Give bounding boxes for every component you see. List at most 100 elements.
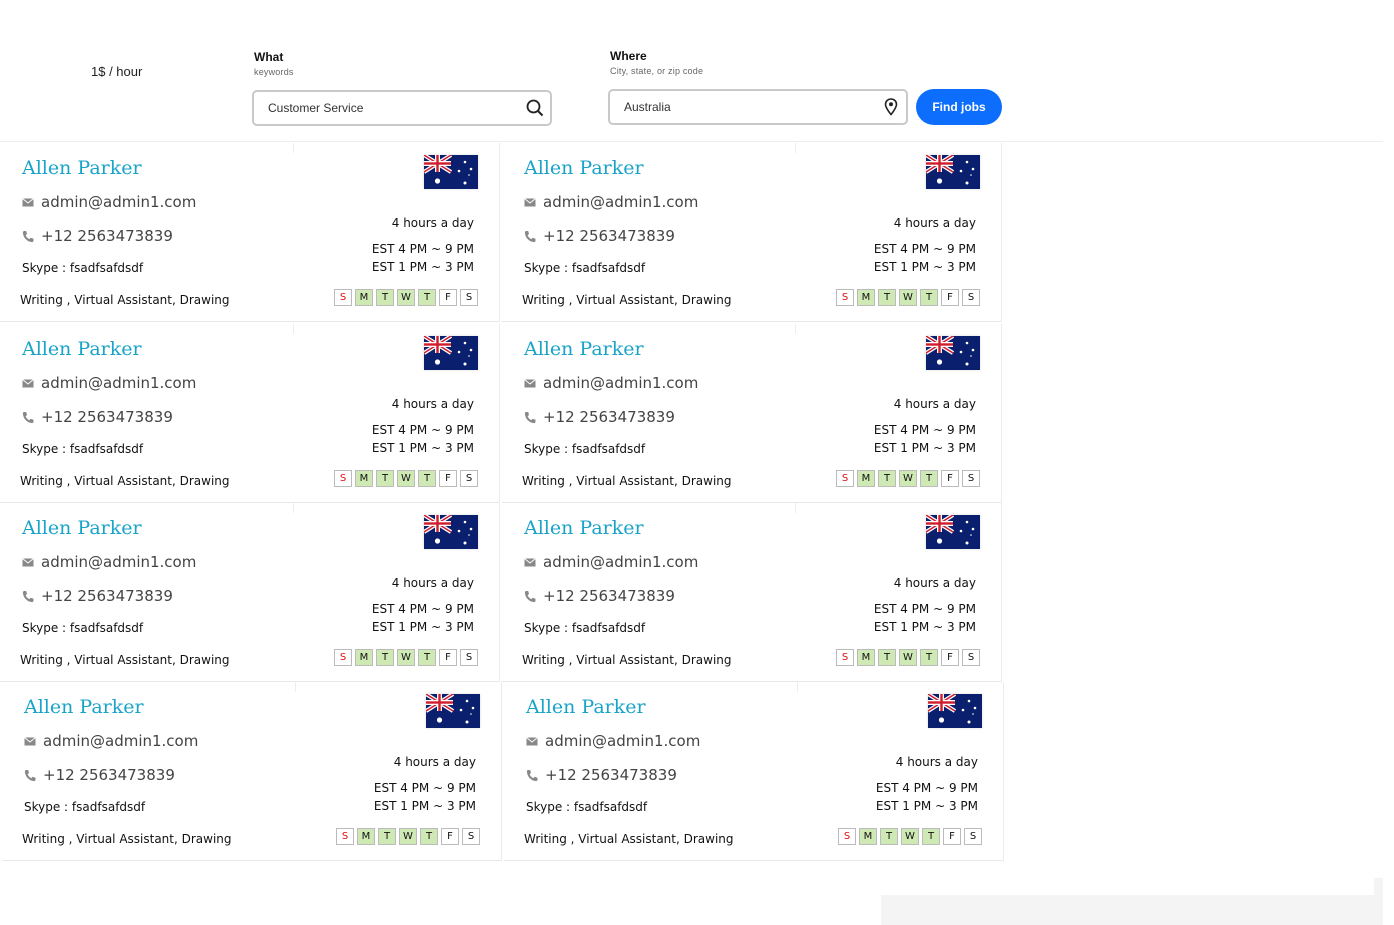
day-box: M (355, 470, 373, 487)
availability-slot-1: EST 4 PM ~ 9 PM (371, 242, 474, 256)
day-box: F (439, 649, 457, 666)
day-box: T (922, 828, 940, 845)
weekday-availability: SMTWTFS (334, 649, 478, 666)
day-box: F (941, 289, 959, 306)
search-icon[interactable] (520, 99, 550, 117)
candidate-skype: Skype : fsadfsafdsdf (526, 800, 648, 814)
day-box: S (836, 649, 854, 666)
hours-per-day: 4 hours a day (893, 216, 976, 230)
candidate-name[interactable]: Allen Parker (524, 338, 644, 360)
candidate-email[interactable]: admin@admin1.com (41, 374, 196, 392)
day-box: T (920, 289, 938, 306)
availability-slot-2: EST 1 PM ~ 3 PM (873, 620, 976, 634)
availability-slot-1: EST 4 PM ~ 9 PM (873, 242, 976, 256)
availability-slot-2: EST 1 PM ~ 3 PM (371, 260, 474, 274)
hours-per-day: 4 hours a day (393, 755, 476, 769)
find-jobs-button[interactable]: Find jobs (916, 89, 1002, 125)
availability-slot-1: EST 4 PM ~ 9 PM (371, 602, 474, 616)
availability-slot-1: EST 4 PM ~ 9 PM (373, 781, 476, 795)
phone-icon (524, 590, 536, 603)
candidate-card[interactable]: Allen Parker admin@admin1.com +12 256347… (502, 503, 1002, 682)
what-input-box[interactable] (252, 90, 552, 126)
email-row: admin@admin1.com (22, 553, 196, 571)
day-box: S (460, 470, 478, 487)
day-box: M (857, 289, 875, 306)
availability-slot-2: EST 1 PM ~ 3 PM (873, 441, 976, 455)
candidate-name[interactable]: Allen Parker (22, 157, 142, 179)
day-box: W (397, 649, 415, 666)
day-box: S (962, 649, 980, 666)
phone-row: +12 2563473839 (22, 408, 173, 426)
candidate-card[interactable]: Allen Parker admin@admin1.com +12 256347… (504, 682, 1004, 861)
candidate-phone: +12 2563473839 (543, 587, 675, 605)
where-input[interactable] (610, 100, 876, 114)
candidate-skills: Writing , Virtual Assistant, Drawing (20, 474, 230, 488)
email-row: admin@admin1.com (22, 193, 196, 211)
phone-row: +12 2563473839 (24, 766, 175, 784)
what-label: What (254, 50, 284, 64)
candidate-name[interactable]: Allen Parker (24, 696, 144, 718)
candidate-skype: Skype : fsadfsafdsdf (22, 261, 144, 275)
day-box: W (399, 828, 417, 845)
phone-icon (24, 769, 36, 782)
day-box: S (460, 649, 478, 666)
candidate-email[interactable]: admin@admin1.com (543, 553, 698, 571)
day-box: T (376, 470, 394, 487)
envelope-icon (526, 736, 538, 746)
hours-per-day: 4 hours a day (391, 576, 474, 590)
weekday-availability: SMTWTFS (838, 828, 982, 845)
candidate-card[interactable]: Allen Parker admin@admin1.com +12 256347… (0, 503, 500, 682)
candidate-email[interactable]: admin@admin1.com (41, 553, 196, 571)
phone-row: +12 2563473839 (22, 227, 173, 245)
candidate-email[interactable]: admin@admin1.com (543, 374, 698, 392)
candidate-skills: Writing , Virtual Assistant, Drawing (20, 653, 230, 667)
candidate-skype: Skype : fsadfsafdsdf (524, 442, 646, 456)
candidate-card[interactable]: Allen Parker admin@admin1.com +12 256347… (2, 682, 502, 861)
where-input-box[interactable] (608, 89, 908, 125)
day-box: T (418, 289, 436, 306)
candidate-skype: Skype : fsadfsafdsdf (524, 621, 646, 635)
envelope-icon (524, 197, 536, 207)
candidate-name[interactable]: Allen Parker (22, 338, 142, 360)
card-separator (795, 143, 796, 153)
envelope-icon (22, 197, 34, 207)
day-box: S (836, 289, 854, 306)
candidate-card[interactable]: Allen Parker admin@admin1.com +12 256347… (502, 324, 1002, 503)
what-input[interactable] (254, 101, 520, 115)
email-row: admin@admin1.com (524, 553, 698, 571)
hours-per-day: 4 hours a day (895, 755, 978, 769)
candidate-skills: Writing , Virtual Assistant, Drawing (20, 293, 230, 307)
availability-slot-2: EST 1 PM ~ 3 PM (875, 799, 978, 813)
weekday-availability: SMTWTFS (836, 649, 980, 666)
day-box: M (357, 828, 375, 845)
where-hint: City, state, or zip code (610, 66, 704, 76)
candidate-card[interactable]: Allen Parker admin@admin1.com +12 256347… (502, 143, 1002, 322)
candidate-email[interactable]: admin@admin1.com (543, 193, 698, 211)
envelope-icon (24, 736, 36, 746)
candidate-name[interactable]: Allen Parker (524, 517, 644, 539)
card-separator (295, 682, 296, 692)
email-row: admin@admin1.com (524, 193, 698, 211)
hourly-rate: 1$ / hour (91, 64, 143, 79)
availability-slot-2: EST 1 PM ~ 3 PM (371, 620, 474, 634)
candidate-name[interactable]: Allen Parker (526, 696, 646, 718)
card-separator (293, 324, 294, 334)
envelope-icon (22, 378, 34, 388)
location-pin-icon[interactable] (876, 98, 906, 116)
availability-slot-1: EST 4 PM ~ 9 PM (873, 602, 976, 616)
candidate-email[interactable]: admin@admin1.com (43, 732, 198, 750)
day-box: W (397, 289, 415, 306)
day-box: F (941, 470, 959, 487)
day-box: T (376, 649, 394, 666)
day-box: M (857, 649, 875, 666)
availability-slot-2: EST 1 PM ~ 3 PM (373, 799, 476, 813)
candidate-name[interactable]: Allen Parker (22, 517, 142, 539)
envelope-icon (22, 557, 34, 567)
candidate-email[interactable]: admin@admin1.com (41, 193, 196, 211)
candidate-name[interactable]: Allen Parker (524, 157, 644, 179)
candidate-card[interactable]: Allen Parker admin@admin1.com +12 256347… (0, 143, 500, 322)
day-box: W (899, 289, 917, 306)
candidate-card[interactable]: Allen Parker admin@admin1.com +12 256347… (0, 324, 500, 503)
candidate-email[interactable]: admin@admin1.com (545, 732, 700, 750)
what-hint: keywords (254, 67, 294, 77)
